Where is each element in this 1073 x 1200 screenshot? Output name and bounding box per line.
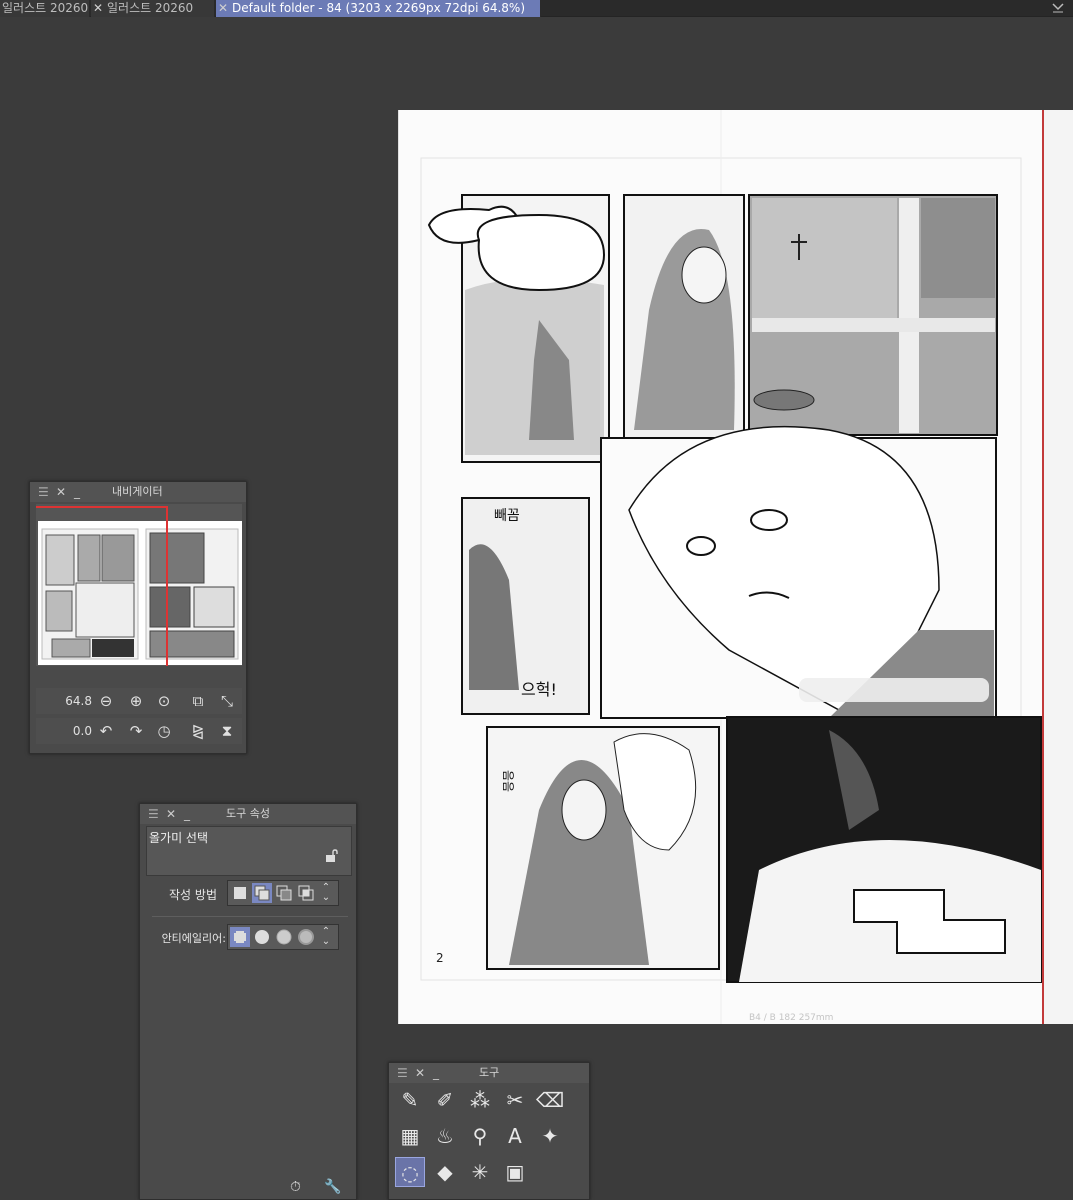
tab-label: 일러스트 202601 (2, 1, 90, 15)
actual-size-icon[interactable]: ⊙ (154, 691, 174, 711)
close-icon[interactable]: ✕ (218, 0, 230, 16)
tool-panel: ☰ ✕ _ 도구 ✎ ✐ ⁂ ✂ ⌫ ▦ ♨ ⚲ A ✦ ◌ ◆ ✳ ▣ (388, 1062, 590, 1200)
new-selection-icon[interactable] (230, 883, 250, 903)
tab-default-folder[interactable]: ✕ Default folder - 84 (3203 x 2269px 72dp… (216, 0, 541, 17)
rotation-row: 0.0 ↶ ↷ ◷ ⧎ ⧗ (36, 718, 242, 744)
move-icon[interactable]: ✦ (535, 1121, 565, 1151)
minimize-icon[interactable]: _ (74, 482, 80, 502)
tab-list-icon[interactable] (1051, 0, 1065, 18)
flip-horizontal-icon[interactable]: ⧎ (188, 721, 208, 741)
tab-illustration-2[interactable]: ✕ 일러스트 20260 (91, 0, 215, 17)
fill-icon[interactable]: ◆ (430, 1157, 460, 1187)
sfx-gasp: 으헉! (521, 680, 557, 699)
manga-artwork: 빼꼼 으헉! 음음 2 B4 / B 182 257mm (420, 110, 1042, 1024)
lock-icon[interactable] (325, 849, 339, 866)
panel-title: 도구 (479, 1066, 500, 1079)
ruler-icon[interactable]: ▦ (395, 1121, 425, 1151)
subtract-selection-icon[interactable] (274, 883, 294, 903)
creation-method-selector[interactable]: ⌃ ⌄ (227, 880, 339, 906)
panel-title: 도구 속성 (226, 807, 270, 820)
close-icon[interactable]: ✕ (415, 1063, 425, 1083)
navigator-thumbnail (38, 521, 242, 665)
close-icon[interactable]: ✕ (56, 482, 66, 502)
text-icon[interactable]: A (500, 1121, 530, 1151)
paper-size-note: B4 / B 182 257mm (749, 1013, 833, 1023)
pencil-icon[interactable]: ✐ (430, 1085, 460, 1115)
intersect-selection-icon[interactable] (296, 883, 316, 903)
minimize-icon[interactable]: _ (184, 804, 190, 824)
spinner-icon[interactable]: ⌃ ⌄ (318, 883, 334, 903)
panel-title: 내비게이터 (112, 485, 163, 498)
tab-illustration-1[interactable]: 일러스트 202601 (0, 0, 90, 17)
rotate-left-icon[interactable]: ↶ (96, 721, 116, 741)
decoration-icon[interactable]: ✂ (500, 1085, 530, 1115)
fit-navigator-icon[interactable]: ⤡ (217, 691, 237, 711)
antialias-label: 안티에일리어: (161, 932, 226, 945)
canvas-page[interactable]: 빼꼼 으헉! 음음 2 B4 / B 182 257mm (398, 110, 1042, 1024)
menu-icon[interactable]: ☰ (397, 1063, 408, 1083)
tab-label: Default folder - 84 (3203 x 2269px 72dpi… (232, 1, 526, 15)
tool-property-header[interactable]: ☰ ✕ _ 도구 속성 (140, 804, 356, 824)
auto-select-icon[interactable]: ✳ (465, 1157, 495, 1187)
next-page-edge (1042, 110, 1073, 1024)
page-number: 2 (436, 951, 444, 965)
sfx-peek: 빼꼼 (494, 508, 520, 524)
reset-icon[interactable]: ⏱ (290, 1179, 301, 1195)
eraser-icon[interactable]: ⌫ (535, 1085, 565, 1115)
fit-page-icon[interactable]: ⧉ (188, 691, 208, 711)
document-tab-bar: 일러스트 202601 ✕ 일러스트 20260 ✕ Default folder … (0, 0, 1073, 17)
gradient-icon[interactable]: ▣ (500, 1157, 530, 1187)
tool-property-panel: ☰ ✕ _ 도구 속성 올가미 선택 작성 방법 ⌃⌄ 안티에일리어: ⌃⌄ (139, 803, 357, 1200)
blend-icon[interactable]: ♨ (430, 1121, 460, 1151)
close-icon[interactable]: ✕ (166, 804, 176, 824)
add-selection-icon[interactable] (252, 883, 272, 903)
navigator-preview[interactable] (36, 504, 242, 666)
creation-method-label: 작성 방법 (169, 888, 217, 902)
close-icon[interactable]: ✕ (93, 0, 105, 16)
minimize-icon[interactable]: _ (433, 1063, 439, 1083)
zoom-row: 64.8 ⊖ ⊕ ⊙ ⧉ ⤡ (36, 688, 242, 714)
sfx-hum: 음음 (501, 770, 515, 792)
menu-icon[interactable]: ☰ (38, 482, 49, 502)
tool-panel-header[interactable]: ☰ ✕ _ 도구 (389, 1063, 589, 1083)
menu-icon[interactable]: ☰ (148, 804, 159, 824)
view-frame-top (36, 506, 168, 508)
airbrush-icon[interactable]: ⁂ (465, 1085, 495, 1115)
navigator-header[interactable]: ☰ ✕ _ 내비게이터 (30, 482, 246, 502)
rotation-value[interactable]: 0.0 (73, 724, 92, 738)
pen-icon[interactable]: ✎ (395, 1085, 425, 1115)
antialias-selector[interactable]: ⌃ ⌄ (227, 924, 339, 950)
zoom-value[interactable]: 64.8 (65, 694, 92, 708)
zoom-in-icon[interactable]: ⊕ (126, 691, 146, 711)
reset-rotation-icon[interactable]: ◷ (154, 721, 174, 741)
antialias-weak-icon[interactable] (252, 927, 272, 947)
tool-name: 올가미 선택 (149, 831, 209, 845)
navigator-panel: ☰ ✕ _ 내비게이터 64.8 ⊖ ⊕ ⊙ ⧉ ⤡ 0.0 ↶ ↷ ◷ ⧎ ⧗ (29, 481, 247, 754)
tool-name-box: 올가미 선택 (146, 826, 352, 876)
tab-label: 일러스트 20260 (107, 1, 194, 15)
app-window: 일러스트 202601 ✕ 일러스트 20260 ✕ Default folder … (0, 0, 1073, 1200)
divider (152, 916, 348, 917)
zoom-out-icon[interactable]: ⊖ (96, 691, 116, 711)
flip-vertical-icon[interactable]: ⧗ (217, 721, 237, 741)
view-frame-right (166, 506, 168, 666)
eyedropper-icon[interactable]: ⚲ (465, 1121, 495, 1151)
antialias-medium-icon[interactable] (274, 927, 294, 947)
wrench-icon[interactable]: 🔧 (324, 1179, 341, 1195)
antialias-none-icon[interactable] (230, 927, 250, 947)
antialias-strong-icon[interactable] (296, 927, 316, 947)
spinner-icon[interactable]: ⌃ ⌄ (318, 927, 334, 947)
lasso-icon[interactable]: ◌ (395, 1157, 425, 1187)
rotate-right-icon[interactable]: ↷ (126, 721, 146, 741)
